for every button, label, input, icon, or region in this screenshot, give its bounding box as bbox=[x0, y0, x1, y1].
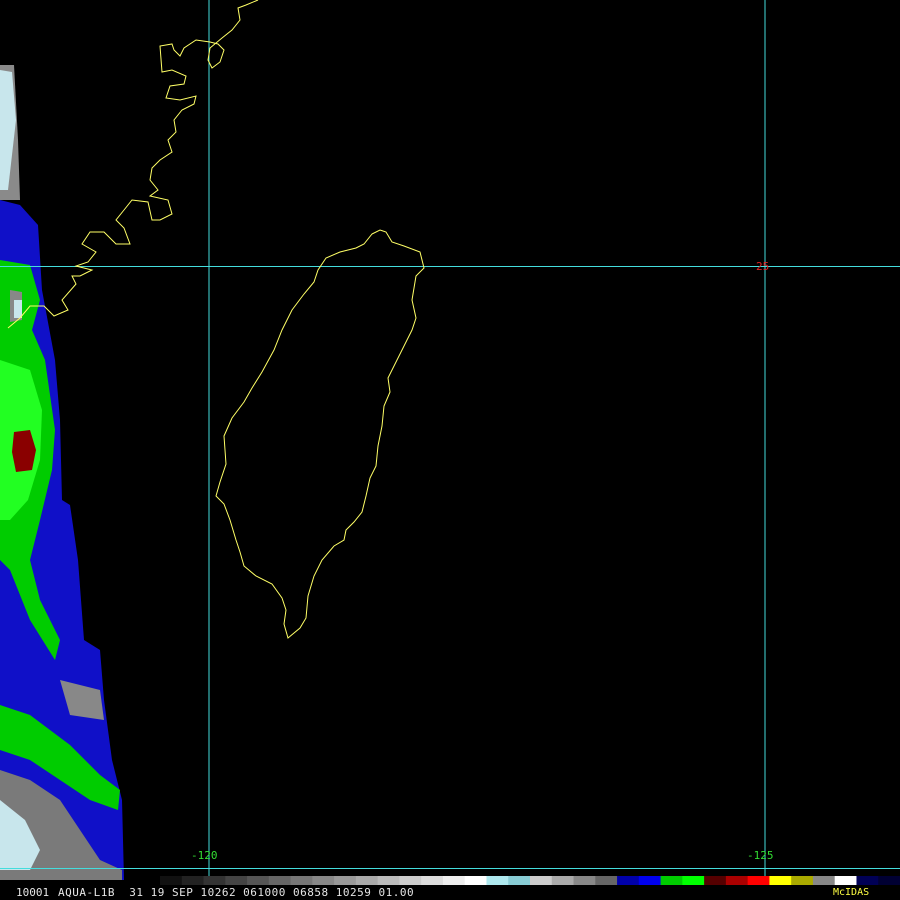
satellite-map: -120 -125 25 bbox=[0, 0, 900, 900]
latitude-label-25: 25 bbox=[756, 260, 769, 273]
image-info-text: AQUA-L1B 31 19 SEP 10262 061000 06858 10… bbox=[58, 886, 415, 899]
frame-number: 10001 bbox=[16, 886, 50, 899]
longitude-label-120: -120 bbox=[191, 849, 218, 862]
mcidas-logo: McIDAS bbox=[833, 887, 870, 898]
longitude-label-125: -125 bbox=[747, 849, 774, 862]
